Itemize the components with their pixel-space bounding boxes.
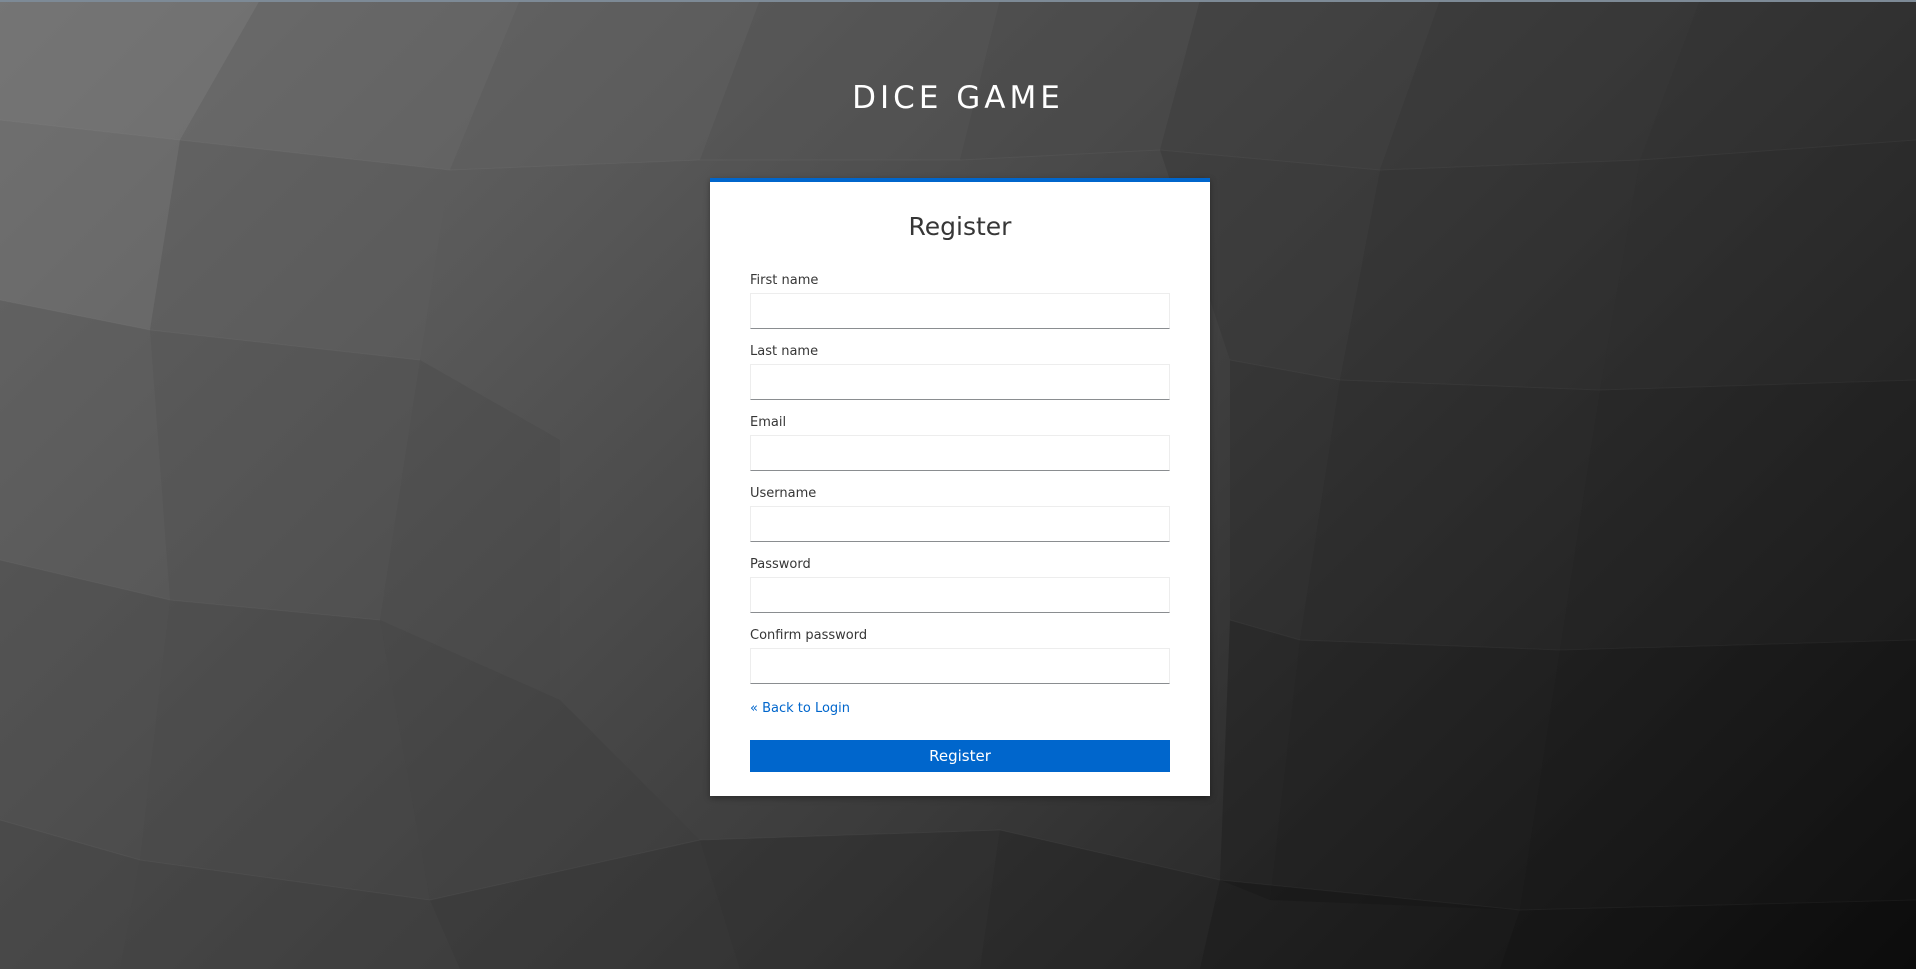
password-group: Password xyxy=(750,556,1170,627)
confirm-password-label: Confirm password xyxy=(750,628,868,643)
password-input[interactable] xyxy=(750,577,1170,613)
register-form: First name Last name Email Username Pass… xyxy=(750,272,1170,772)
password-label: Password xyxy=(750,557,811,572)
register-card: Register First name Last name Email User… xyxy=(710,178,1210,796)
first-name-input[interactable] xyxy=(750,293,1170,329)
username-group: Username xyxy=(750,485,1170,556)
last-name-label: Last name xyxy=(750,344,819,359)
username-label: Username xyxy=(750,486,817,501)
confirm-password-input[interactable] xyxy=(750,648,1170,684)
username-input[interactable] xyxy=(750,506,1170,542)
top-border xyxy=(0,0,1916,2)
first-name-group: First name xyxy=(750,272,1170,343)
back-to-login-link[interactable]: « Back to Login xyxy=(750,700,1170,718)
app-title: DICE GAME xyxy=(852,80,1064,116)
last-name-input[interactable] xyxy=(750,364,1170,400)
register-button[interactable]: Register xyxy=(750,740,1170,772)
last-name-group: Last name xyxy=(750,343,1170,414)
email-input[interactable] xyxy=(750,435,1170,471)
email-label: Email xyxy=(750,415,787,430)
email-group: Email xyxy=(750,414,1170,485)
first-name-label: First name xyxy=(750,273,819,288)
register-heading: Register xyxy=(908,212,1012,241)
confirm-password-group: Confirm password xyxy=(750,627,1170,698)
